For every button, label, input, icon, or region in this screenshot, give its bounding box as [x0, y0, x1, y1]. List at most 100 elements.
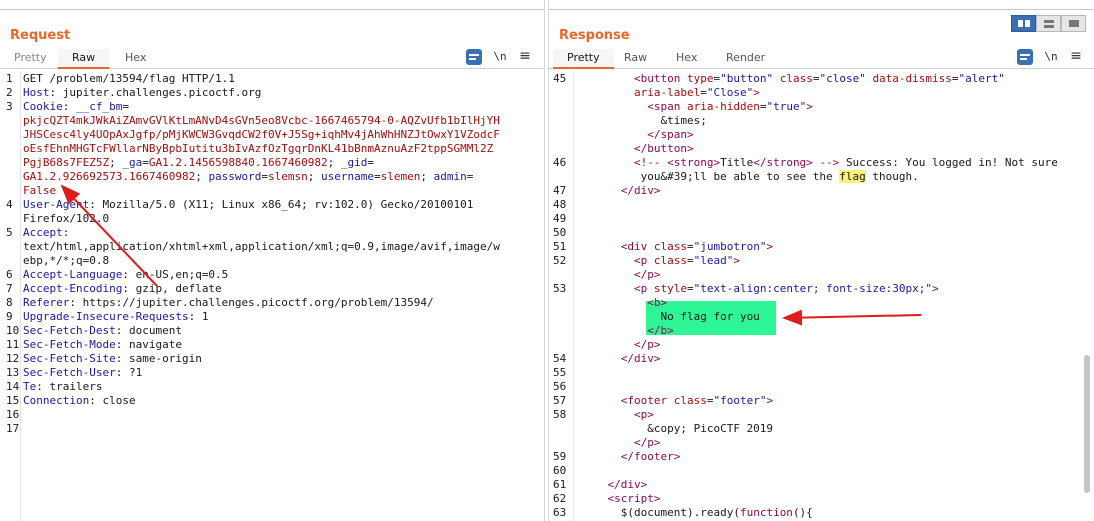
line-number: 1 [6, 72, 13, 85]
token: Sec-Fetch-Mode [23, 338, 116, 351]
newline-toggle-icon[interactable]: \n [1043, 49, 1059, 65]
token: </p> [581, 268, 661, 281]
token: > [733, 254, 740, 267]
token: "true" [766, 100, 807, 113]
token: : document [115, 324, 182, 337]
token: GA1.2.1456598840.1667460982 [148, 156, 328, 169]
line-text: </div> [581, 352, 661, 366]
line-number: 45 [553, 72, 567, 85]
token: <div [581, 240, 654, 253]
tab-raw[interactable]: Raw [58, 49, 110, 69]
line-number: 50 [553, 226, 567, 239]
line-number: 10 [6, 324, 20, 337]
token: text/html,application/xhtml+xml,applicat… [23, 240, 500, 253]
token: </div> [581, 478, 648, 491]
request-editor[interactable]: 1 GET /problem/13594/flag HTTP/1.1 2 Host: … [0, 71, 544, 521]
token: ; [420, 170, 434, 183]
response-tabs: Pretty Raw Hex Render [549, 49, 1094, 69]
tab-hex[interactable]: Hex [111, 49, 160, 69]
line-text: </footer> [581, 450, 681, 464]
token: pkjcQZT4mkJWkAiZAmvGVlKtLmANvD4sGVn5eo8V… [23, 114, 500, 127]
newline-toggle-icon[interactable]: \n [492, 49, 508, 65]
token: --> [812, 156, 846, 169]
line-number: 15 [6, 394, 20, 407]
line-text: <span aria-hidden="true"> [581, 100, 813, 114]
token: function [739, 506, 793, 519]
line-text: Accept-Encoding: gzip, deflate [23, 282, 222, 296]
line-number: 6 [6, 268, 13, 281]
tab-render[interactable]: Render [712, 49, 779, 69]
token: </div> [581, 184, 661, 197]
menu-icon[interactable]: ≡ [517, 49, 533, 65]
tab-hex[interactable]: Hex [662, 49, 711, 69]
tab-pretty[interactable]: Pretty [553, 49, 614, 69]
token: ; [327, 156, 341, 169]
token: &times; [581, 114, 707, 127]
token: ; [307, 170, 322, 183]
line-text: </p> [581, 338, 661, 352]
line-number: 56 [553, 380, 567, 393]
token: </b> [581, 324, 674, 337]
line-text: Upgrade-Insecure-Requests: 1 [23, 310, 208, 324]
layout-vertical-button[interactable] [1036, 15, 1061, 32]
token: GET /problem/13594/flag HTTP/1.1 [23, 72, 235, 85]
filter-icon[interactable] [1017, 49, 1033, 65]
token: </footer> [581, 450, 681, 463]
line-text: <b> [581, 296, 667, 310]
line-number: 8 [6, 296, 13, 309]
line-text: User-Agent: Mozilla/5.0 (X11; Linux x86_… [23, 198, 473, 212]
line-text: No flag for you [581, 310, 759, 324]
token: : https://jupiter.challenges.picoctf.org… [69, 296, 434, 309]
line-text: <footer class="footer"> [581, 394, 773, 408]
tab-pretty[interactable]: Pretty [0, 49, 61, 69]
line-number: 57 [553, 394, 567, 407]
token: : 1 [188, 310, 209, 323]
line-number: 48 [553, 198, 567, 211]
token: > [806, 100, 813, 113]
token: though. [865, 170, 919, 183]
response-editor[interactable]: 45 <button type="button" class="close" d… [549, 71, 1094, 521]
line-number: 49 [553, 212, 567, 225]
token: : Mozilla/5.0 (X11; Linux x86_64; rv:102… [89, 198, 474, 211]
line-number: 55 [553, 366, 567, 379]
tab-raw[interactable]: Raw [610, 49, 661, 69]
token: = [686, 254, 694, 267]
token: </button> [581, 142, 694, 155]
token: "text-align:center; font-size:30px;" [693, 282, 933, 295]
line-text: Accept: [23, 226, 69, 240]
line-number: 46 [553, 156, 567, 169]
line-text: &copy; PicoCTF 2019 [581, 422, 773, 436]
line-text: Cookie: __cf_bm= [23, 100, 129, 114]
token: User-Agent [23, 198, 90, 211]
line-text: you&#39;ll be able to see the flag thoug… [581, 170, 919, 184]
token: Sec-Fetch-User [23, 366, 116, 379]
line-text: <script> [581, 492, 660, 506]
token: username [321, 170, 375, 183]
token: = [700, 86, 707, 99]
token: = [367, 156, 375, 169]
token: : gzip, deflate [122, 282, 222, 295]
token: Host [23, 86, 50, 99]
line-number: 12 [6, 352, 20, 365]
token: <p [581, 282, 654, 295]
line-text: Host: jupiter.challenges.picoctf.org [23, 86, 261, 100]
token: <p [581, 254, 654, 267]
token: password [208, 170, 262, 183]
token: "button" [720, 72, 774, 85]
line-text: Referer: https://jupiter.challenges.pico… [23, 296, 434, 310]
token: = [466, 170, 474, 183]
layout-side-by-side-button[interactable] [1011, 15, 1036, 32]
line-text: Sec-Fetch-Mode: navigate [23, 338, 182, 352]
token: <footer [581, 394, 674, 407]
token: class [653, 240, 687, 253]
token: "footer" [713, 394, 767, 407]
layout-tabs-button[interactable] [1061, 15, 1086, 32]
token: "lead" [693, 254, 734, 267]
line-number: 53 [553, 282, 567, 295]
line-number: 63 [553, 506, 567, 519]
menu-icon[interactable]: ≡ [1068, 49, 1084, 65]
token: Success: You logged in! Not sure [845, 156, 1058, 169]
filter-icon[interactable] [466, 49, 482, 65]
scrollbar-thumb[interactable] [1084, 355, 1090, 493]
line-text: </div> [581, 478, 647, 492]
